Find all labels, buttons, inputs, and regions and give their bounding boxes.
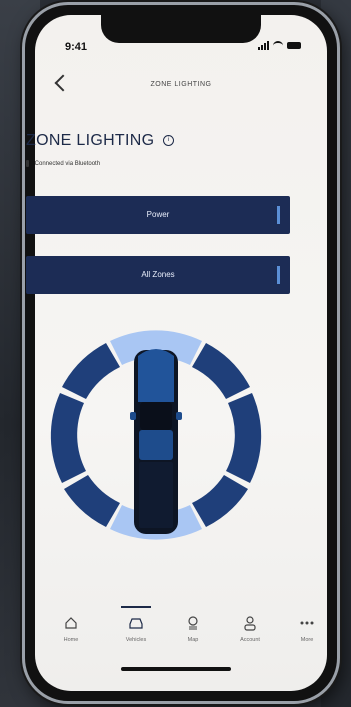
nav-header: ZONE LIGHTING: [35, 71, 327, 101]
page-title: ZONE LIGHTING i: [26, 132, 175, 150]
power-button[interactable]: Power: [26, 196, 290, 234]
status-time: 9:41: [65, 41, 88, 53]
signal-icon: [258, 41, 269, 50]
zone-right[interactable]: [226, 393, 262, 483]
connection-status: Connected via Bluetooth: [26, 160, 100, 167]
zone-rear-right[interactable]: [192, 475, 248, 527]
connection-status-text: Connected via Bluetooth: [34, 161, 101, 168]
power-toggle-indicator: [277, 206, 280, 224]
tab-account-label: Account: [240, 637, 260, 643]
wifi-icon: [273, 41, 283, 50]
all-zones-button-label: All Zones: [141, 270, 175, 279]
zone-left[interactable]: [50, 393, 86, 483]
all-zones-button[interactable]: All Zones: [26, 256, 290, 294]
tab-map-label: Map: [187, 637, 199, 643]
info-icon[interactable]: i: [163, 135, 175, 147]
tab-more-label: More: [300, 637, 314, 643]
zone-front-left[interactable]: [62, 343, 120, 399]
map-icon: [168, 612, 218, 634]
account-icon: [225, 612, 275, 634]
tab-home[interactable]: Home: [46, 612, 96, 643]
status-icons: [258, 41, 301, 50]
tab-account[interactable]: Account: [225, 612, 275, 643]
power-button-label: Power: [146, 210, 170, 219]
tab-vehicles[interactable]: Vehicles: [111, 606, 161, 643]
bluetooth-icon: [26, 160, 29, 167]
home-icon: [46, 612, 96, 634]
more-icon: [282, 612, 332, 634]
page-title-text: ZONE LIGHTING: [26, 132, 155, 149]
tab-bar: Home Vehicles Map Account More: [0, 606, 351, 662]
tab-map[interactable]: Map: [168, 612, 218, 643]
tab-vehicles-label: Vehicles: [125, 637, 147, 643]
tab-more[interactable]: More: [282, 612, 332, 643]
vehicle-icon: [111, 612, 161, 634]
zones-toggle-indicator: [277, 266, 280, 284]
zone-rear-left[interactable]: [64, 475, 120, 527]
truck-icon: [130, 349, 182, 534]
notch: [101, 15, 261, 43]
home-indicator: [120, 667, 231, 671]
zone-front-right[interactable]: [192, 343, 250, 399]
tab-home-label: Home: [63, 637, 79, 643]
battery-icon: [287, 42, 301, 49]
nav-title: ZONE LIGHTING: [150, 81, 212, 88]
